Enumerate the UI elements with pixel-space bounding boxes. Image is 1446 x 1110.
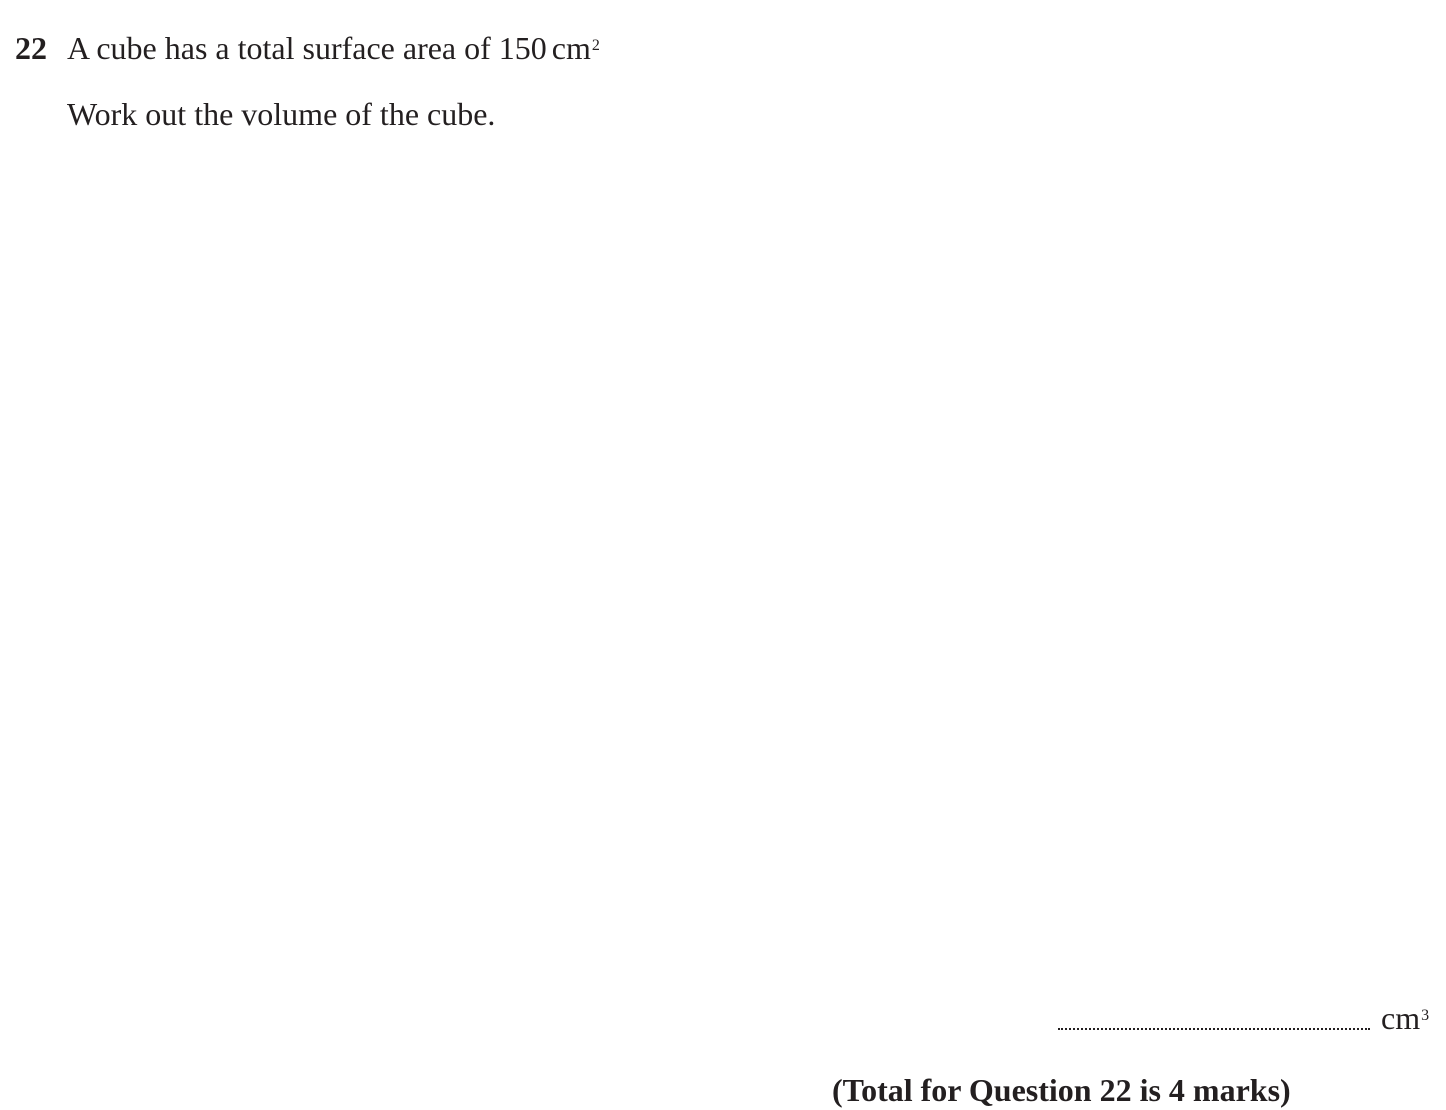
answer-unit-text: cm: [1381, 1000, 1421, 1036]
question-instruction: Work out the volume of the cube.: [67, 96, 496, 132]
question-number: 22: [15, 30, 47, 66]
question-statement-unit: cm: [551, 30, 591, 66]
answer-unit-power: 3: [1421, 1007, 1430, 1024]
question-statement: A cube has a total surface area of 150 cm…: [67, 28, 600, 68]
answer-row: cm3: [1058, 998, 1438, 1040]
total-marks: (Total for Question 22 is 4 marks): [832, 1072, 1291, 1108]
question-statement-text: A cube has a total surface area of 150: [67, 30, 547, 66]
answer-unit: cm3: [1381, 998, 1429, 1038]
question-statement-unit-power: 2: [591, 37, 600, 54]
answer-line[interactable]: [1058, 1028, 1370, 1030]
